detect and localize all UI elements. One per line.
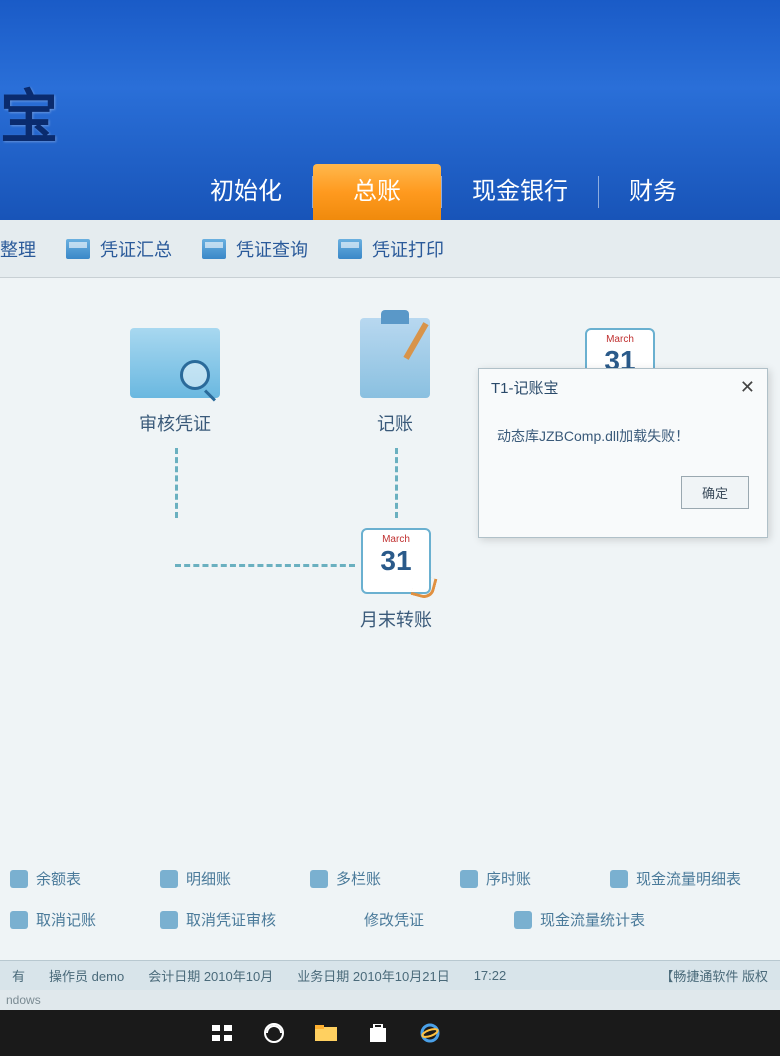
- file-explorer-icon[interactable]: [304, 1015, 348, 1051]
- toolbar: 整理 凭证汇总 凭证查询 凭证打印: [0, 220, 780, 278]
- os-watermark: ndows: [0, 990, 780, 1010]
- tool-voucher-query-label: 凭证查询: [236, 236, 308, 262]
- flow-connector-v2: [175, 448, 178, 518]
- document-icon: [66, 239, 90, 259]
- flow-connector-h: [175, 564, 355, 567]
- nav-finance[interactable]: 财务: [599, 168, 707, 216]
- status-biz-date: 业务日期 2010年10月21日: [297, 966, 449, 985]
- task-view-icon[interactable]: [200, 1015, 244, 1051]
- report-icon: [310, 870, 328, 888]
- dialog-title-text: T1-记账宝: [491, 377, 559, 398]
- windows-taskbar: [0, 1010, 780, 1056]
- tool-voucher-query[interactable]: 凭证查询: [202, 236, 308, 262]
- calendar-day: 31: [363, 545, 429, 577]
- search-icon: [202, 239, 226, 259]
- tool-organize-label: 整理: [0, 236, 36, 262]
- link-multi-column[interactable]: 多栏账: [310, 868, 420, 889]
- nav-ledger[interactable]: 总账: [313, 164, 441, 220]
- link-cashflow-stats[interactable]: 现金流量统计表: [514, 909, 645, 930]
- link-xushi[interactable]: 序时账: [460, 868, 570, 889]
- tool-voucher-print[interactable]: 凭证打印: [338, 236, 444, 262]
- tool-organize[interactable]: 整理: [0, 236, 36, 262]
- close-icon[interactable]: ✕: [740, 377, 755, 398]
- node-month-end[interactable]: March 31 月末转账: [360, 528, 432, 632]
- calendar-icon: March 31: [361, 528, 431, 594]
- ok-button[interactable]: 确定: [681, 476, 749, 509]
- calendar-month: March: [363, 530, 429, 545]
- app-title-fragment: 宝: [0, 70, 58, 154]
- nav-init[interactable]: 初始化: [180, 168, 312, 216]
- main-nav: 初始化 总账 现金银行 财务: [0, 164, 780, 220]
- report-icon: [610, 870, 628, 888]
- link-detail-ledger[interactable]: 明细账: [160, 868, 270, 889]
- report-icon: [514, 911, 532, 929]
- flow-connector-v: [395, 448, 398, 518]
- status-acct-date: 会计日期 2010年10月: [148, 966, 273, 985]
- error-dialog: T1-记账宝 ✕ 动态库JZBComp.dll加载失败！ 确定: [478, 368, 768, 538]
- link-cancel-book[interactable]: 取消记账: [10, 909, 120, 930]
- calendar-month: March: [587, 330, 653, 345]
- node-audit-voucher[interactable]: 审核凭证: [130, 328, 220, 436]
- report-icon: [460, 870, 478, 888]
- status-left: 有: [12, 966, 25, 985]
- clipboard-pencil-icon: [360, 318, 430, 398]
- report-icon: [10, 870, 28, 888]
- edge-browser-icon[interactable]: [252, 1015, 296, 1051]
- node-audit-label: 审核凭证: [130, 410, 220, 436]
- bottom-links: 余额表 明细账 多栏账 序时账 现金流量明细表 取消记账 取消凭证审核 修改凭证…: [0, 858, 780, 960]
- node-monthend-label: 月末转账: [360, 606, 432, 632]
- tool-voucher-print-label: 凭证打印: [372, 236, 444, 262]
- report-icon: [160, 870, 178, 888]
- status-bar: 有 操作员 demo 会计日期 2010年10月 业务日期 2010年10月21…: [0, 960, 780, 990]
- node-book[interactable]: 记账: [360, 318, 430, 436]
- nav-cash-bank[interactable]: 现金银行: [442, 168, 598, 216]
- store-icon[interactable]: [356, 1015, 400, 1051]
- node-book-label: 记账: [360, 410, 430, 436]
- undo-icon: [160, 911, 178, 929]
- print-icon: [338, 239, 362, 259]
- undo-icon: [10, 911, 28, 929]
- dialog-message: 动态库JZBComp.dll加载失败！: [479, 406, 767, 466]
- app-header: 宝 初始化 总账 现金银行 财务: [0, 0, 780, 220]
- status-copyright: 【畅捷通软件 版权: [660, 966, 768, 985]
- folder-search-icon: [130, 328, 220, 398]
- ie-browser-icon[interactable]: [408, 1015, 452, 1051]
- link-balance-sheet[interactable]: 余额表: [10, 868, 120, 889]
- status-time: 17:22: [474, 968, 507, 983]
- link-modify-voucher[interactable]: 修改凭证: [364, 909, 474, 930]
- tool-voucher-summary[interactable]: 凭证汇总: [66, 236, 172, 262]
- workspace: March 31 审核凭证 记账 March 31 月末转账 T1-记账宝 ✕ …: [0, 278, 780, 858]
- status-operator: 操作员 demo: [49, 966, 124, 985]
- tool-voucher-summary-label: 凭证汇总: [100, 236, 172, 262]
- link-cashflow-detail[interactable]: 现金流量明细表: [610, 868, 741, 889]
- link-cancel-audit[interactable]: 取消凭证审核: [160, 909, 276, 930]
